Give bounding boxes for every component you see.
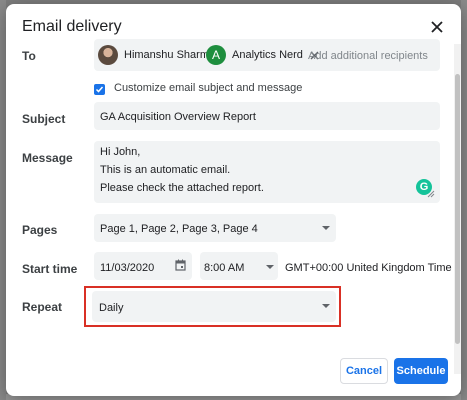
close-button[interactable] [426,16,448,38]
customize-checkbox[interactable] [94,84,105,95]
checkbox-checked-icon [95,86,104,93]
subject-label: Subject [22,112,66,126]
cancel-button[interactable]: Cancel [340,358,388,384]
dialog-title: Email delivery [22,18,122,35]
subject-value: GA Acquisition Overview Report [100,111,256,123]
dropdown-caret-icon [266,265,274,269]
schedule-button[interactable]: Schedule [394,358,448,384]
backdrop-right [461,0,467,400]
add-recipients-input[interactable]: Add additional recipients [308,50,428,62]
time-value: 8:00 AM [204,262,245,274]
close-icon [431,21,443,33]
dropdown-caret-icon [322,226,330,230]
recipient-chip-himanshu[interactable]: Himanshu Sharma [98,44,215,66]
date-value: 11/03/2020 [100,262,155,274]
avatar [98,45,118,65]
avatar: A [206,45,226,65]
email-delivery-dialog: Email delivery To Himanshu Sharma A Anal… [6,4,461,396]
recipient-name: Analytics Nerd [232,49,303,61]
timezone-text: GMT+00:00 United Kingdom Time [285,262,452,274]
repeat-label: Repeat [22,300,63,314]
scrollbar-thumb[interactable] [455,74,460,344]
message-line: Please check the attached report. [100,182,264,194]
message-line: Hi John, [100,146,141,158]
message-line: This is an automatic email. [100,164,231,176]
recipient-name: Himanshu Sharma [124,49,216,61]
to-label: To [22,49,36,63]
calendar-icon[interactable] [175,259,186,271]
recipient-chip-analytics-nerd[interactable]: A Analytics Nerd [206,44,319,66]
start-time-label: Start time [22,262,78,276]
pages-label: Pages [22,223,58,237]
customize-label: Customize email subject and message [114,82,303,94]
pages-value: Page 1, Page 2, Page 3, Page 4 [100,223,258,235]
repeat-highlight-box [84,286,341,327]
resize-handle-icon[interactable] [427,190,435,198]
message-label: Message [22,151,73,165]
